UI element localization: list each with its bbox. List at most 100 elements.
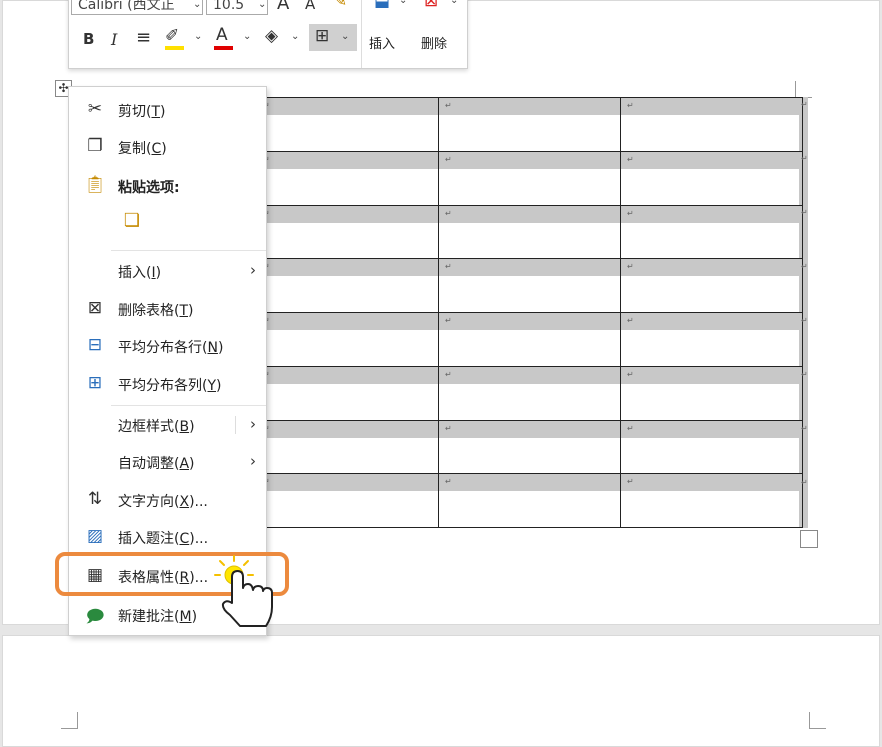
table-cell[interactable]: ↵ bbox=[256, 365, 439, 421]
table-cell[interactable]: ↵ bbox=[256, 312, 439, 367]
cell-shading bbox=[621, 420, 802, 438]
grow-font-icon[interactable]: A bbox=[277, 0, 289, 14]
table-cell[interactable]: ↵ bbox=[256, 97, 439, 152]
font-color-bar bbox=[214, 46, 233, 50]
menu-item-distribute-columns[interactable]: ⊞ 平均分布各列(Y) bbox=[69, 367, 266, 401]
menu-item-cut[interactable]: ✂ 剪切(T) bbox=[69, 93, 266, 127]
menu-item-insert[interactable]: 插入(I) › bbox=[69, 254, 266, 288]
menu-item-distribute-rows[interactable]: ⊟ 平均分布各行(N) bbox=[69, 329, 266, 363]
chevron-down-icon[interactable]: ⌄ bbox=[450, 0, 458, 6]
table-cell[interactable]: ↵ bbox=[620, 473, 803, 528]
highlight-color-bar bbox=[165, 46, 184, 50]
table-cell[interactable]: ↵ bbox=[438, 473, 621, 528]
menu-item-copy[interactable]: ❐ 复制(C) bbox=[69, 130, 266, 164]
paragraph-mark: ↵ bbox=[445, 154, 452, 164]
table-cell[interactable]: ↵ bbox=[438, 97, 621, 152]
table-row[interactable]: ↵ ↵ ↵ bbox=[256, 312, 803, 367]
table-cell[interactable]: ↵ bbox=[256, 473, 439, 528]
cell-shading bbox=[257, 366, 438, 384]
distribute-rows-icon: ⊟ bbox=[87, 335, 103, 355]
paragraph-mark: ↵ bbox=[445, 369, 452, 379]
table-cell[interactable]: ↵ bbox=[256, 419, 439, 475]
menu-item-insert-caption[interactable]: ▨ 插入题注(C)... bbox=[69, 520, 266, 554]
chevron-down-icon[interactable]: ⌄ bbox=[399, 0, 407, 6]
table-resize-handle[interactable] bbox=[800, 530, 818, 548]
menu-item-text-direction[interactable]: ⇅ 文字方向(X)... bbox=[69, 483, 266, 517]
cell-shading bbox=[439, 366, 620, 384]
table-cell[interactable]: ↵ bbox=[620, 258, 803, 313]
chevron-down-icon[interactable]: ⌄ bbox=[291, 31, 299, 42]
menu-item-autofit[interactable]: 自动调整(A) › bbox=[69, 445, 266, 479]
cell-shading bbox=[257, 205, 438, 223]
bold-button[interactable]: B bbox=[83, 30, 94, 48]
paste-keep-formatting-icon[interactable]: ❏ bbox=[119, 210, 145, 236]
table-cell[interactable]: ↵ bbox=[256, 150, 439, 206]
insert-button[interactable]: 插入 bbox=[369, 33, 395, 52]
paragraph-mark: ↵ bbox=[445, 101, 452, 110]
cell-shading bbox=[621, 259, 802, 277]
table-cell[interactable]: ↵ bbox=[620, 312, 803, 367]
shading-icon[interactable]: ◈ bbox=[265, 26, 278, 46]
table-row[interactable]: ↵ ↵ ↵ bbox=[256, 258, 803, 313]
table-cell[interactable]: ↵ bbox=[620, 365, 803, 421]
paragraph-mark: ↵ bbox=[627, 262, 634, 272]
font-color-icon[interactable]: A bbox=[216, 25, 228, 45]
shrink-font-icon[interactable]: A bbox=[305, 0, 315, 13]
paragraph-mark: ↵ bbox=[627, 369, 634, 379]
paragraph-mark: ↵ bbox=[627, 101, 634, 110]
paragraph-mark: ↵ bbox=[445, 316, 452, 325]
document-table[interactable]: ↵↵↵↵↵↵↵↵↵↵↵↵↵↵↵↵↵↵↵↵↵↵↵↵ bbox=[256, 97, 803, 528]
chevron-down-icon[interactable]: ⌄ bbox=[258, 0, 266, 10]
table-cell[interactable]: ↵ bbox=[256, 258, 439, 313]
table-cell[interactable]: ↵ bbox=[438, 204, 621, 260]
table-cell[interactable]: ↵ bbox=[256, 204, 439, 260]
cell-shading bbox=[621, 366, 802, 384]
table-cell[interactable]: ↵ bbox=[620, 150, 803, 206]
paragraph-mark: ↵ bbox=[627, 477, 634, 487]
table-cell[interactable]: ↵ bbox=[438, 312, 621, 367]
italic-button[interactable]: I bbox=[111, 30, 117, 49]
table-cell[interactable]: ↵ bbox=[438, 258, 621, 313]
chevron-down-icon[interactable]: ⌄ bbox=[243, 31, 251, 42]
delete-table-icon: ⊠ bbox=[87, 298, 103, 318]
page-corner-mark bbox=[795, 81, 812, 98]
table-cell[interactable]: ↵ bbox=[438, 419, 621, 475]
cell-shading bbox=[621, 313, 802, 330]
table-cell[interactable]: ↵ bbox=[438, 365, 621, 421]
cell-shading bbox=[621, 151, 802, 169]
table-cell[interactable]: ↵ bbox=[620, 419, 803, 475]
table-cell[interactable]: ↵ bbox=[620, 204, 803, 260]
table-cell[interactable]: ↵ bbox=[620, 97, 803, 152]
cell-shading bbox=[257, 474, 438, 492]
table-row[interactable]: ↵ ↵ ↵ bbox=[256, 365, 803, 421]
table-row[interactable]: ↵ ↵ ↵ bbox=[256, 204, 803, 260]
table-row[interactable]: ↵ ↵ ↵ bbox=[256, 150, 803, 206]
table-row[interactable]: ↵ ↵ ↵ bbox=[256, 473, 803, 528]
font-name-box[interactable]: Calibri (西文正 bbox=[71, 0, 203, 15]
menu-separator bbox=[111, 250, 266, 251]
chevron-right-icon: › bbox=[250, 452, 256, 470]
document-page-2[interactable] bbox=[2, 635, 880, 747]
new-comment-icon: 🗩︎ bbox=[85, 607, 105, 627]
menu-separator bbox=[111, 405, 266, 406]
format-painter-icon[interactable]: ✎ bbox=[333, 0, 347, 11]
page-corner-mark bbox=[61, 712, 78, 729]
paragraph-mark: ↵ bbox=[445, 423, 452, 433]
menu-item-delete-table[interactable]: ⊠ 删除表格(T) bbox=[69, 292, 266, 326]
chevron-right-icon[interactable]: › bbox=[250, 415, 256, 433]
table-cell[interactable]: ↵ bbox=[438, 150, 621, 206]
row-end-mark: ↵ bbox=[801, 208, 808, 217]
menu-item-border-styles[interactable]: 边框样式(B) › bbox=[69, 408, 266, 442]
table-row[interactable]: ↵ ↵ ↵ bbox=[256, 419, 803, 475]
chevron-down-icon[interactable]: ⌄ bbox=[194, 31, 202, 42]
align-center-icon[interactable]: ≡ bbox=[136, 27, 151, 48]
delete-button[interactable]: 删除 bbox=[421, 33, 447, 52]
delete-table-icon[interactable]: ⊠ bbox=[424, 0, 438, 11]
cell-shading bbox=[257, 151, 438, 169]
scissors-icon: ✂ bbox=[87, 99, 103, 119]
table-row[interactable]: ↵ ↵ ↵ bbox=[256, 97, 803, 152]
borders-button[interactable]: ⊞ ⌄ bbox=[309, 24, 357, 51]
insert-table-icon[interactable]: ⬓ bbox=[374, 0, 390, 11]
chevron-down-icon[interactable]: ⌄ bbox=[193, 0, 201, 10]
text-highlight-icon[interactable]: ✐ bbox=[165, 26, 179, 46]
